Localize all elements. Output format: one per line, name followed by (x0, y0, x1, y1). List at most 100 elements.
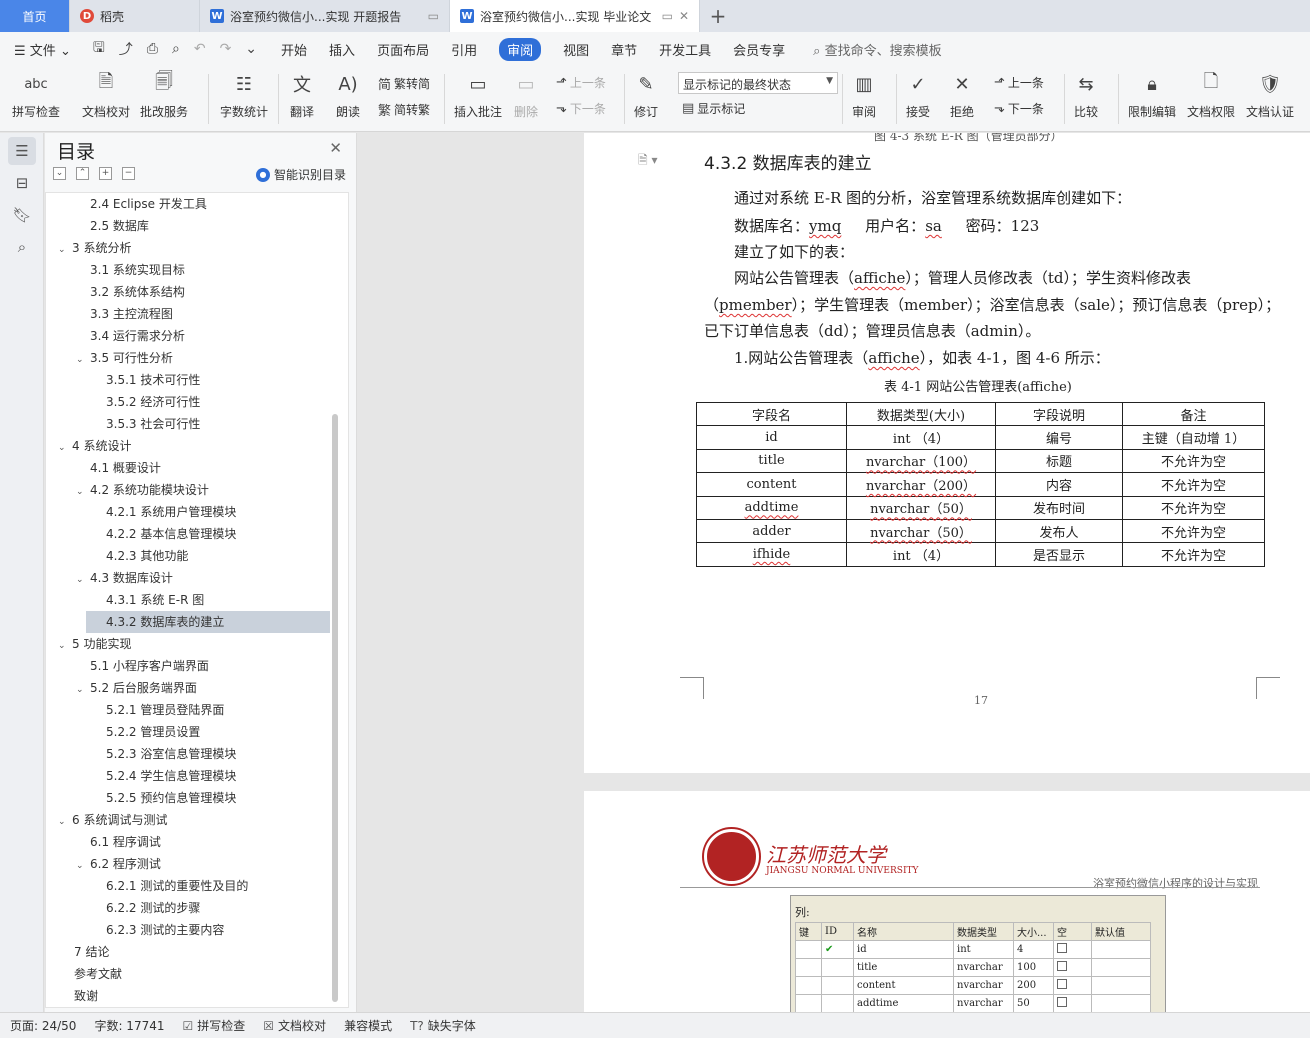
spell-check-button[interactable]: abc 拼写检查 (12, 70, 60, 120)
toc-item[interactable]: 3.5.1 技术可行性 (106, 369, 200, 391)
close-icon[interactable]: ✕ (329, 139, 342, 157)
next-change-button[interactable]: ⬎ 下一条 (994, 100, 1044, 117)
screen-icon[interactable]: ▭ (662, 9, 673, 23)
print-preview-icon[interactable]: ⌕ (172, 41, 180, 57)
toc-item[interactable]: 7 结论 (74, 941, 109, 963)
screen-icon[interactable]: ▭ (428, 9, 439, 23)
toc-item[interactable]: 3.2 系统体系结构 (90, 281, 185, 303)
doc-cert-button[interactable]: 🛡︎ 文档认证 (1246, 70, 1294, 120)
undo-icon[interactable]: ↶ (194, 41, 206, 57)
toc-item[interactable]: ⌄ 5.2 后台服务端界面 (76, 677, 197, 699)
toc-item[interactable]: ⌄ 4.3 数据库设计 (76, 567, 173, 589)
toc-item[interactable]: 3.1 系统实现目标 (90, 259, 185, 281)
toc-item[interactable]: 5.2.3 浴室信息管理模块 (106, 743, 236, 765)
search-icon[interactable]: ⌕ (8, 233, 36, 261)
document-page[interactable]: 江苏师范大学 JIANGSU NORMAL UNIVERSITY 浴室预约微信小… (584, 791, 1310, 1012)
paragraph-options-icon[interactable]: 🗎 ▾ (638, 151, 658, 172)
document-page[interactable]: 图 4-3 系统 E-R 图（管理员部分） 🗎 ▾ 4.3.2 数据库表的建立 … (584, 133, 1310, 773)
doc-permission-button[interactable]: 🗋 文档权限 (1187, 70, 1235, 120)
toc-item[interactable]: 5.2.1 管理员登陆界面 (106, 699, 224, 721)
status-doc-proof[interactable]: ☒ 文档校对 (263, 1017, 326, 1034)
toc-item[interactable]: 3.3 主控流程图 (90, 303, 173, 325)
toc-item[interactable]: 6.2.2 测试的步骤 (106, 897, 200, 919)
translate-button[interactable]: 文翻译 (288, 70, 316, 120)
file-menu[interactable]: ☰ 文件 ⌄ (14, 40, 71, 59)
expand-chevron-icon[interactable]: ⌄ (76, 679, 90, 701)
toc-item[interactable]: 6.2.1 测试的重要性及目的 (106, 875, 248, 897)
toc-item[interactable]: 4.2.2 基本信息管理模块 (106, 523, 236, 545)
close-tab-icon[interactable]: ✕ (679, 9, 689, 23)
tab-home[interactable]: 首页 (0, 0, 70, 32)
reject-button[interactable]: ✕ 拒绝 (948, 70, 976, 120)
delete-comment-button[interactable]: ▭ 删除 (512, 70, 540, 120)
menu-member[interactable]: 会员专享 (733, 40, 785, 59)
menu-home[interactable]: 开始 (281, 40, 307, 59)
review-pane-button[interactable]: ▥ 审阅 (850, 70, 878, 120)
toc-item[interactable]: ⌄ 6 系统调试与测试 (58, 809, 167, 831)
toc-item[interactable]: ⌄ 4.2 系统功能模块设计 (76, 479, 209, 501)
toc-scrollbar[interactable] (332, 414, 338, 1002)
prev-change-button[interactable]: ⬏ 上一条 (994, 74, 1044, 91)
toc-item[interactable]: 3.5.3 社会可行性 (106, 413, 200, 435)
batch-service-button[interactable]: 🗐 批改服务 (140, 70, 188, 120)
prev-comment-button[interactable]: ⬏ 上一条 (556, 74, 606, 91)
new-tab-button[interactable]: + (700, 0, 736, 32)
toc-item[interactable]: 4.1 概要设计 (90, 457, 161, 479)
toc-item[interactable]: 4.3.2 数据库表的建立 (86, 611, 330, 633)
expand-all-icon[interactable]: ⌃ (76, 167, 89, 180)
toc-item[interactable]: ⌄ 4 系统设计 (58, 435, 131, 457)
chapter-nav-icon[interactable]: ⊟ (8, 169, 36, 197)
collapse-all-icon[interactable]: ⌄ (53, 167, 66, 180)
track-changes-button[interactable]: ✎ 修订 (632, 70, 660, 120)
expand-chevron-icon[interactable]: ⌄ (76, 349, 90, 371)
toc-item[interactable]: 4.3.1 系统 E-R 图 (106, 589, 204, 611)
toc-item[interactable]: ⌄ 3.5 可行性分析 (76, 347, 173, 369)
markup-state-select[interactable]: 显示标记的最终状态 ▼ (678, 72, 838, 94)
expand-chevron-icon[interactable]: ⌄ (76, 481, 90, 503)
menu-layout[interactable]: 页面布局 (377, 40, 429, 59)
add-heading-icon[interactable]: + (99, 167, 112, 180)
toc-item[interactable]: 2.4 Eclipse 开发工具 (90, 193, 207, 215)
print-icon[interactable]: ⎙ (147, 41, 158, 57)
expand-chevron-icon[interactable]: ⌄ (76, 569, 90, 591)
restrict-edit-button[interactable]: 🔒︎ 限制编辑 (1128, 70, 1176, 120)
expand-chevron-icon[interactable]: ⌄ (58, 811, 72, 833)
tab-thesis-doc[interactable]: W 浴室预约微信小...实现 毕业论文 ▭ ✕ (450, 0, 700, 32)
expand-chevron-icon[interactable]: ⌄ (76, 855, 90, 877)
trad-to-simp-button[interactable]: 简繁转简 (378, 74, 430, 93)
more-icon[interactable]: ⌄ (245, 41, 257, 57)
menu-chapter[interactable]: 章节 (611, 40, 637, 59)
missing-font-button[interactable]: T? 缺失字体 (410, 1017, 476, 1034)
toc-item[interactable]: 5.1 小程序客户端界面 (90, 655, 209, 677)
word-count-button[interactable]: ☷ 字数统计 (220, 70, 268, 120)
export-icon[interactable]: ⤴ (119, 39, 133, 59)
toc-item[interactable]: 参考文献 (74, 963, 122, 985)
redo-icon[interactable]: ↷ (220, 41, 232, 57)
toc-item[interactable]: ⌄ 3 系统分析 (58, 237, 131, 259)
toc-item[interactable]: 3.5.2 经济可行性 (106, 391, 200, 413)
insert-comment-button[interactable]: ▭ 插入批注 (454, 70, 502, 120)
menu-view[interactable]: 视图 (563, 40, 589, 59)
command-search[interactable]: ⌕ 查找命令、搜索模板 (813, 40, 941, 59)
simp-to-trad-button[interactable]: 繁简转繁 (378, 100, 430, 119)
menu-references[interactable]: 引用 (451, 40, 477, 59)
expand-chevron-icon[interactable]: ⌄ (58, 239, 72, 261)
remove-heading-icon[interactable]: − (122, 167, 135, 180)
toc-item[interactable]: 4.2.1 系统用户管理模块 (106, 501, 236, 523)
doc-proof-button[interactable]: 🗎 文档校对 (82, 70, 130, 120)
toc-item[interactable]: 5.2.5 预约信息管理模块 (106, 787, 236, 809)
toc-item[interactable]: 3.4 运行需求分析 (90, 325, 185, 347)
expand-chevron-icon[interactable]: ⌄ (58, 635, 72, 657)
menu-developer[interactable]: 开发工具 (659, 40, 711, 59)
toc-item[interactable]: 2.5 数据库 (90, 215, 149, 237)
page-indicator[interactable]: 页面: 24/50 (10, 1017, 76, 1034)
toc-item[interactable]: 5.2.2 管理员设置 (106, 721, 200, 743)
accept-button[interactable]: ✓ 接受 (904, 70, 932, 120)
status-spell-check[interactable]: ☑ 拼写检查 (183, 1017, 246, 1034)
show-markup-button[interactable]: ▤ 显示标记 (682, 100, 745, 117)
next-comment-button[interactable]: ⬎ 下一条 (556, 100, 606, 117)
toc-item[interactable]: ⌄ 6.2 程序测试 (76, 853, 161, 875)
toc-item[interactable]: 致谢 (74, 985, 98, 1007)
toc-item[interactable]: 5.2.4 学生信息管理模块 (106, 765, 236, 787)
menu-review[interactable]: 审阅 (499, 37, 542, 61)
